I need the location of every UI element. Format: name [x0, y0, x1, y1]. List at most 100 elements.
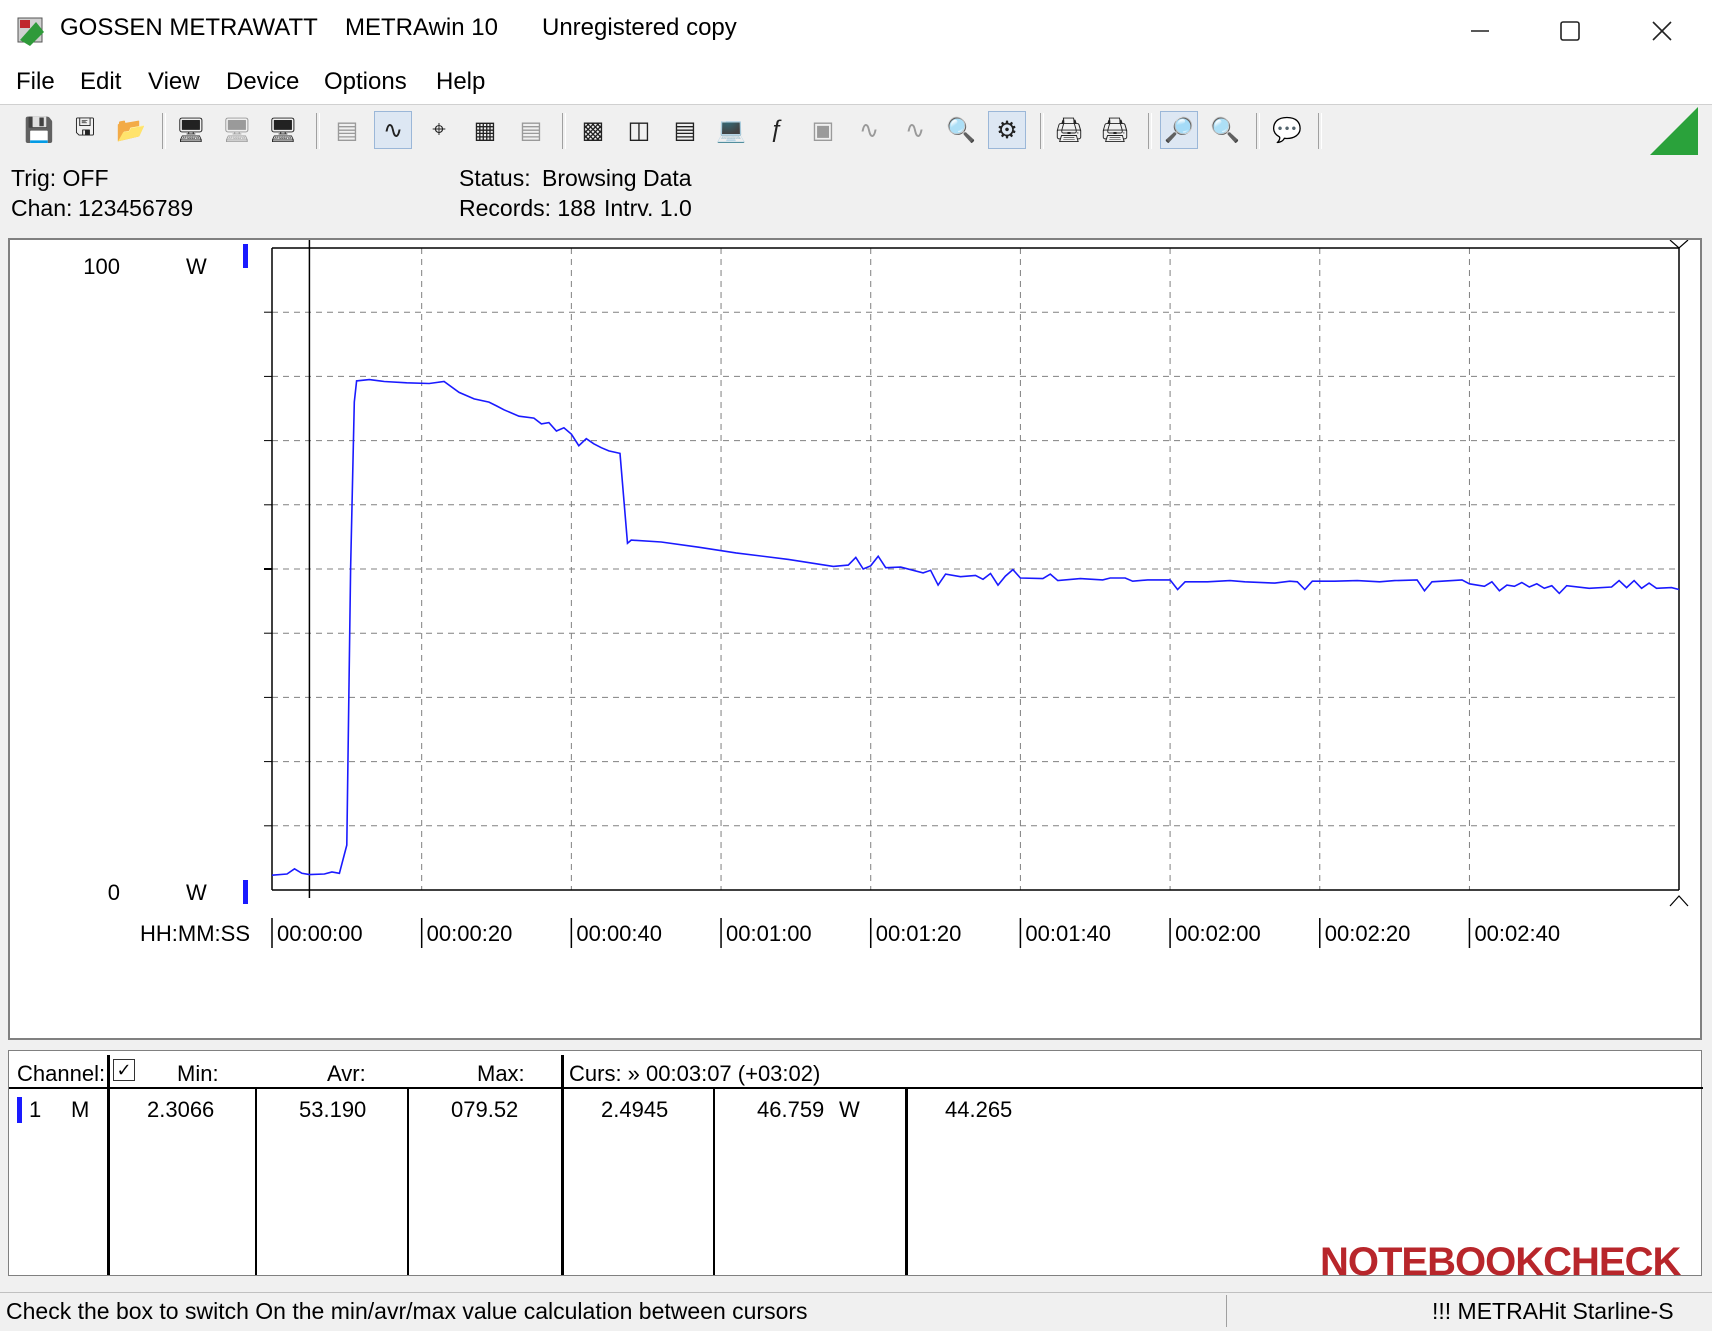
- row-max: 079.52: [451, 1097, 519, 1122]
- export-icon[interactable]: ◫: [620, 111, 658, 149]
- y-top-label: 100: [83, 254, 120, 279]
- zoom-fit-icon[interactable]: ∿: [374, 111, 412, 149]
- status-device: !!! METRAHit Starline-S: [1432, 1298, 1674, 1324]
- close-icon: [1652, 21, 1672, 41]
- maximize-button[interactable]: [1524, 0, 1616, 62]
- print-preview-icon[interactable]: ▤: [328, 111, 366, 149]
- y-bottom-unit: W: [186, 880, 207, 905]
- col-divider: [255, 1087, 257, 1275]
- function-icon[interactable]: ƒ: [758, 111, 796, 149]
- row-avr: 53.190: [299, 1097, 367, 1122]
- info-panel: Trig: OFF Chan: 123456789 Status: Browsi…: [0, 157, 1712, 233]
- list-icon[interactable]: ▤: [512, 111, 550, 149]
- row-mode: M: [71, 1097, 90, 1122]
- status-pane: [1226, 1295, 1427, 1327]
- status-value: Browsing Data: [542, 165, 692, 191]
- channel-value: 123456789: [78, 195, 194, 221]
- monitor-icon[interactable]: 💻: [712, 111, 750, 149]
- channel-color-indicator: [17, 1097, 22, 1123]
- menu-view[interactable]: View: [148, 68, 200, 96]
- signal-icon[interactable]: ∿: [896, 111, 934, 149]
- power-chart[interactable]: 00:00:00 00:00:20 00:00:40 00:01:00 00:01:20…: [10, 239, 1700, 1038]
- status-bar: Check the box to switch On the min/avr/m…: [0, 1292, 1712, 1331]
- x-tick-label: 00:01:00: [726, 921, 812, 946]
- row-unit: W: [839, 1097, 860, 1122]
- x-tick-label: 00:01:20: [876, 921, 962, 946]
- status-label: Status:: [459, 165, 531, 191]
- save-icon[interactable]: 💾: [20, 111, 58, 149]
- print-icon[interactable]: 🖨: [1050, 111, 1088, 149]
- status-hint: Check the box to switch On the min/avr/m…: [6, 1298, 808, 1324]
- col-divider: [561, 1055, 564, 1275]
- menu-options[interactable]: Options: [324, 68, 407, 96]
- toolbar: 💾 🖫 📂 🖥 🖥 🖥 ▤ ∿ ⌖ ▦ ▤ ▩ ◫ ▤ 💻 ƒ ▣ ∿ ∿ 🔍 …: [0, 104, 1712, 158]
- cursor-marker-top[interactable]: [1669, 239, 1689, 249]
- row-min: 2.3066: [147, 1097, 215, 1122]
- menu-bar: File Edit View Device Options Help: [0, 62, 1712, 104]
- row-cursor-1: 2.4945: [601, 1097, 669, 1122]
- open-icon[interactable]: 📂: [112, 111, 150, 149]
- x-tick-label: 00:02:20: [1325, 921, 1411, 946]
- save-as-icon[interactable]: 🖫: [66, 111, 104, 149]
- menu-edit[interactable]: Edit: [80, 68, 121, 96]
- records-count: Records: 188: [459, 195, 596, 221]
- y-bottom-label: 0: [108, 880, 120, 905]
- col-divider: [407, 1087, 409, 1275]
- channel-label: Chan:: [11, 195, 73, 221]
- connection-indicator-icon: [1650, 107, 1698, 155]
- waveform-icon[interactable]: ∿: [850, 111, 888, 149]
- y-scale-marker-top: [243, 244, 248, 268]
- row-channel-number: 1: [29, 1097, 42, 1122]
- chart-panel[interactable]: 00:00:00 00:00:20 00:00:40 00:01:00 00:01:20…: [8, 238, 1702, 1040]
- watermark-text: NOTEBOOKCHECK: [1320, 1240, 1681, 1284]
- minimize-button[interactable]: [1434, 0, 1526, 62]
- window-license: Unregistered copy: [542, 14, 737, 41]
- minmax-checkbox[interactable]: ✓: [113, 1059, 135, 1081]
- max-header: Max:: [477, 1061, 525, 1086]
- x-tick-label: 00:01:40: [1025, 921, 1111, 946]
- layout-icon[interactable]: ▩: [574, 111, 612, 149]
- table-icon[interactable]: ▦: [466, 111, 504, 149]
- x-tick-label: 00:00:20: [427, 921, 513, 946]
- y-top-unit: W: [186, 254, 207, 279]
- watermark-logo: NOTEBOOKCHECK: [1320, 1240, 1681, 1285]
- maximize-icon: [1560, 21, 1580, 41]
- close-button[interactable]: [1616, 0, 1708, 62]
- row-cursor-2: 46.759: [757, 1097, 825, 1122]
- search-icon[interactable]: 🔍: [942, 111, 980, 149]
- menu-file[interactable]: File: [16, 68, 55, 96]
- device-read-icon[interactable]: 🖥: [172, 111, 210, 149]
- screen-icon[interactable]: ▣: [804, 111, 842, 149]
- menu-help[interactable]: Help: [436, 68, 485, 96]
- interval-value: Intrv. 1.0: [604, 195, 692, 221]
- minimize-icon: [1471, 30, 1489, 32]
- print-setup-icon[interactable]: 🖨: [1096, 111, 1134, 149]
- chart-table-icon[interactable]: ▤: [666, 111, 704, 149]
- zoom-out-icon[interactable]: 🔍: [1206, 111, 1244, 149]
- trigger-icon[interactable]: ⚙: [988, 111, 1026, 149]
- x-tick-label: 00:00:00: [277, 921, 363, 946]
- x-tick-label: 00:02:00: [1175, 921, 1261, 946]
- col-divider: [107, 1055, 110, 1275]
- comment-icon[interactable]: 💬: [1268, 111, 1306, 149]
- table-header-divider: [9, 1087, 1703, 1089]
- min-header: Min:: [177, 1061, 219, 1086]
- menu-device[interactable]: Device: [226, 68, 299, 96]
- device-memory-icon[interactable]: 🖥: [264, 111, 302, 149]
- col-divider: [713, 1087, 715, 1275]
- device-settings-icon[interactable]: 🖥: [218, 111, 256, 149]
- window-brand: GOSSEN METRAWATT: [60, 14, 318, 41]
- x-axis-label: HH:MM:SS: [140, 921, 250, 946]
- crosshair-icon[interactable]: ⌖: [420, 111, 458, 149]
- y-scale-marker-bottom: [243, 880, 248, 904]
- avr-header: Avr:: [327, 1061, 366, 1086]
- x-tick-label: 00:02:40: [1474, 921, 1560, 946]
- trigger-status: Trig: OFF: [11, 165, 109, 191]
- window-app-name: METRAwin 10: [345, 14, 498, 41]
- col-divider: [905, 1087, 908, 1275]
- cursor-marker-bottom[interactable]: [1669, 895, 1689, 907]
- title-bar: GOSSEN METRAWATT METRAwin 10 Unregistere…: [0, 0, 1712, 62]
- row-cursor-3: 44.265: [945, 1097, 1013, 1122]
- cursor-header: Curs: » 00:03:07 (+03:02): [569, 1061, 821, 1086]
- zoom-in-icon[interactable]: 🔎: [1160, 111, 1198, 149]
